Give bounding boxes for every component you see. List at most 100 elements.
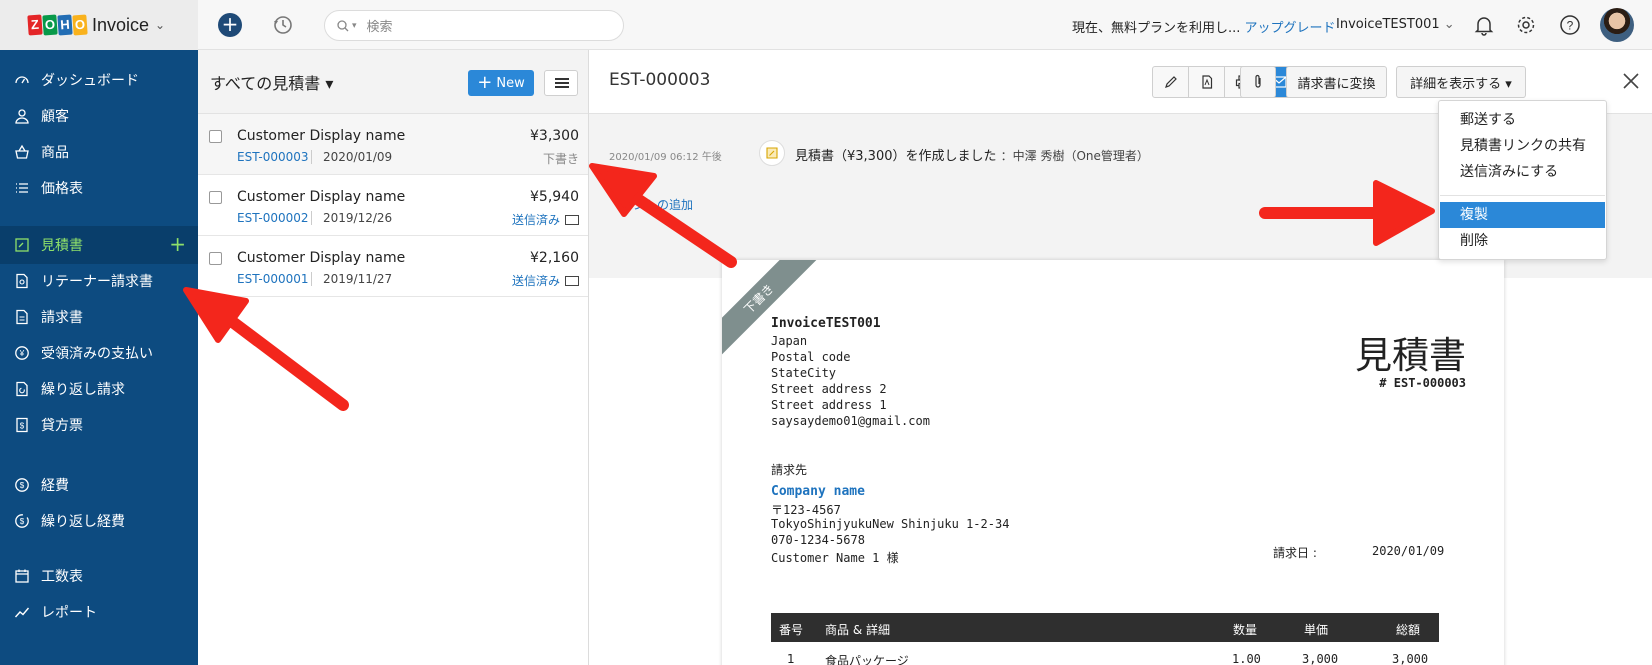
more-options-menu: 郵送する 見積書リンクの共有 送信済みにする 複製 削除	[1438, 100, 1607, 260]
search-icon	[337, 19, 349, 31]
page-title: EST-000003	[609, 70, 711, 90]
cell: 3,000	[1392, 652, 1429, 665]
plus-icon: +	[477, 72, 493, 93]
bill-to-label: 請求先	[771, 463, 808, 477]
sidebar-item-customers[interactable]: 顧客	[0, 97, 198, 135]
divider	[311, 272, 312, 286]
chevron-down-icon: ⌄	[1443, 17, 1455, 32]
sidebar-item-price-lists[interactable]: 価格表	[0, 169, 198, 207]
address-line: Street address 1	[771, 398, 887, 412]
help-icon[interactable]: ?	[1558, 13, 1582, 37]
org-name: InvoiceTEST001	[771, 316, 881, 331]
column-header: 番号	[779, 623, 804, 637]
sidebar-item-invoices[interactable]: 請求書	[0, 298, 198, 336]
upgrade-link[interactable]: アップグレード	[1245, 21, 1336, 36]
logo-letter: H	[57, 14, 73, 36]
more-options-button[interactable]: 詳細を表示する ▾	[1396, 66, 1526, 98]
convert-to-invoice-button[interactable]: 請求書に変換	[1286, 66, 1387, 98]
estimate-number: EST-000001	[237, 272, 309, 286]
search-input[interactable]: ▾ 検索	[324, 10, 624, 41]
customer-name: Customer Display name	[237, 189, 406, 205]
list-view-selector[interactable]: すべての見積書 ▾	[210, 70, 333, 94]
mail-icon	[565, 214, 579, 225]
sidebar-item-dashboard[interactable]: ダッシュボード	[0, 61, 198, 99]
status-badge: 下書き	[543, 150, 579, 167]
list-icon	[16, 183, 28, 193]
menu-item-delete[interactable]: 削除	[1440, 228, 1605, 254]
org-switcher[interactable]: InvoiceTEST001 ⌄	[1336, 17, 1455, 32]
plan-text: 現在、無料プランを利用し...	[1072, 21, 1241, 36]
add-estimate-plus-icon[interactable]: +	[169, 234, 186, 254]
menu-item-mail[interactable]: 郵送する	[1440, 107, 1605, 133]
status-label: 下書き	[542, 152, 579, 166]
sidebar-item-payments-received[interactable]: ¥ 受領済みの支払い	[0, 334, 198, 372]
bill-to-line: Customer Name 1 様	[771, 551, 899, 565]
attach-button[interactable]	[1240, 66, 1276, 98]
row-checkbox[interactable]	[209, 252, 222, 265]
sidebar-item-recurring-invoices[interactable]: 繰り返し請求	[0, 370, 198, 408]
sidebar-item-label: 価格表	[41, 181, 83, 197]
search-filter-caret-icon[interactable]: ▾	[352, 21, 357, 31]
sidebar-item-label: ダッシュボード	[41, 73, 139, 89]
date-value: 2020/01/09	[1372, 544, 1445, 558]
bill-to-line: 070-1234-5678	[771, 533, 865, 547]
sidebar-item-timesheet[interactable]: 工数表	[0, 557, 198, 595]
cell: 1.00	[1232, 652, 1261, 665]
estimate-amount: ¥3,300	[530, 128, 579, 144]
retainer-icon	[16, 273, 28, 289]
svg-text:$: $	[20, 422, 25, 431]
pdf-button[interactable]	[1189, 67, 1225, 97]
address-line: saysaydemo01@gmail.com	[771, 414, 930, 428]
estimate-date: 2020/01/09	[323, 150, 393, 164]
menu-item-share-link[interactable]: 見積書リンクの共有	[1440, 133, 1605, 159]
list-header: すべての見積書 ▾ + New	[198, 50, 588, 114]
row-checkbox[interactable]	[209, 191, 222, 204]
sidebar-item-estimates[interactable]: 見積書 +	[0, 226, 198, 264]
sidebar-item-recurring-expenses[interactable]: $ 繰り返し経費	[0, 502, 198, 540]
activity-entry: 見積書（¥3,300）を作成しました ：中澤 秀樹（One管理者）	[795, 145, 1149, 164]
sidebar-item-items[interactable]: 商品	[0, 133, 198, 171]
paperclip-icon	[1255, 74, 1261, 88]
menu-item-mark-as-sent[interactable]: 送信済みにする	[1440, 159, 1605, 185]
menu-item-clone[interactable]: 複製	[1440, 202, 1605, 228]
sidebar-item-label: 繰り返し請求	[41, 382, 125, 398]
address-line: Street address 2	[771, 382, 887, 396]
sidebar-item-label: 繰り返し経費	[41, 514, 125, 530]
sidebar-item-expenses[interactable]: $ 経費	[0, 466, 198, 504]
org-name: InvoiceTEST001	[1336, 17, 1440, 32]
sidebar-item-credit-notes[interactable]: $ 貸方票	[0, 406, 198, 444]
column-header: 単価	[1304, 623, 1329, 637]
row-checkbox[interactable]	[209, 130, 222, 143]
report-icon	[14, 607, 30, 618]
hamburger-icon	[555, 82, 569, 84]
hamburger-icon	[555, 78, 569, 80]
avatar[interactable]	[1600, 8, 1634, 42]
add-comment-link[interactable]: ントの追加	[633, 196, 693, 213]
logo-letter: O	[72, 14, 88, 36]
plan-notice: 現在、無料プランを利用し... アップグレード	[1072, 17, 1336, 36]
new-estimate-button[interactable]: + New	[468, 70, 534, 96]
sidebar: ダッシュボード 顧客 商品 価格表 見積書 + リテーナー請求書 請求書 ¥ 受…	[0, 50, 198, 665]
new-button-label: New	[496, 75, 525, 91]
bell-icon[interactable]	[1472, 13, 1496, 37]
table-row[interactable]: Customer Display name EST-000002 2019/12…	[198, 175, 588, 236]
divider	[311, 211, 312, 225]
cell: 1	[787, 652, 795, 665]
sidebar-item-retainer-invoices[interactable]: リテーナー請求書	[0, 262, 198, 300]
recurring-expense-icon: $	[15, 514, 29, 528]
estimate-icon	[15, 238, 29, 252]
column-header: 商品 & 詳細	[825, 623, 890, 637]
bill-to-company: Company name	[771, 484, 865, 499]
list-menu-button[interactable]	[544, 70, 578, 96]
expense-icon: $	[15, 478, 29, 492]
edit-button[interactable]	[1153, 67, 1189, 97]
app-switcher[interactable]: Z O H O Invoice ⌄	[0, 0, 198, 50]
history-icon[interactable]	[272, 14, 294, 36]
close-icon[interactable]	[1620, 70, 1642, 92]
table-row[interactable]: Customer Display name EST-000003 2020/01…	[198, 114, 588, 175]
estimate-list-pane: すべての見積書 ▾ + New Customer Display name EST…	[198, 50, 589, 665]
gear-icon[interactable]	[1514, 13, 1538, 37]
quick-create-plus-icon[interactable]: +	[218, 13, 242, 37]
sidebar-item-reports[interactable]: レポート	[0, 593, 198, 631]
table-row[interactable]: Customer Display name EST-000001 2019/11…	[198, 236, 588, 297]
